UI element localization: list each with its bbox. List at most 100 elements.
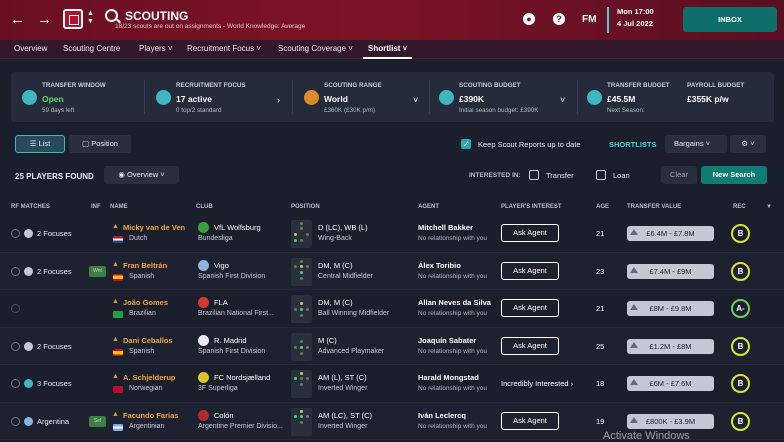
table-row[interactable]: 2 Focuses ▲ Dani Ceballos Spanish R. Mad… [0,327,784,365]
tab-scouting-coverage[interactable]: Scouting Coverage ˅ [278,44,353,53]
club-name[interactable]: R. Madrid [214,336,247,345]
recommendation-badge: B [731,261,750,281]
column-header-rf-matches[interactable]: RF MATCHES [11,204,50,210]
tab-overview[interactable]: Overview [14,44,47,53]
column-header-agent[interactable]: AGENT [418,204,439,210]
ask-agent-button[interactable]: Ask Agent [501,224,559,242]
column-header-club[interactable]: CLUB [196,204,213,210]
chevron-down-icon[interactable]: ▼ [766,204,772,210]
sub-navigation: Overview Scouting Centre Players ˅ Recru… [0,40,784,59]
chevron-right-icon[interactable]: › [277,95,280,105]
player-role: Central Midfielder [318,272,373,280]
settings-dropdown[interactable]: ⚙ ˅ [730,135,766,153]
agent-name[interactable]: Mitchell Bakker [418,223,473,232]
club-badge-icon[interactable] [63,9,83,29]
agent-relationship: No relationship with you [418,310,488,317]
column-header-interest[interactable]: PLAYER'S INTEREST [501,204,562,210]
club-switch-chevron-icon[interactable]: ▲ ▼ [87,10,94,26]
ask-agent-button[interactable]: Ask Agent [501,336,559,355]
keep-reports-label: Keep Scout Reports up to date [478,140,581,149]
agent-name[interactable]: Allan Neves da Silva [418,298,491,307]
rf-matches: 2 Focuses [37,229,72,238]
agent-relationship: No relationship with you [418,235,488,242]
player-name[interactable]: A. Schjelderup [123,373,176,382]
club-name[interactable]: FC Nordsjælland [214,373,270,382]
column-header-transfer-value[interactable]: TRANSFER VALUE [627,204,681,210]
player-name[interactable]: Micky van de Ven [123,223,185,232]
list-view-button[interactable]: ☰ List [15,135,65,153]
player-nationality: Spanish [129,272,155,280]
transfer-checkbox[interactable] [529,170,539,180]
transfer-value: £7.4M - £9M [627,263,714,279]
tab-players[interactable]: Players ˅ [139,44,173,53]
flag-spain-icon [113,348,123,356]
flag-netherlands-icon [113,236,123,243]
tab-scouting-centre[interactable]: Scouting Centre [63,44,120,53]
agent-name[interactable]: Joaquín Sabater [418,336,476,345]
column-header-position[interactable]: POSITION [291,204,320,210]
ask-agent-button[interactable]: Ask Agent [501,261,559,280]
view-select[interactable]: ◉ Overview ˅ [104,166,179,184]
keep-reports-checkbox[interactable]: ✓ [461,139,471,149]
position-view-button[interactable]: ▢ Position [69,135,131,153]
ask-agent-button[interactable]: Ask Agent [501,299,559,317]
back-arrow-icon[interactable]: ← [10,11,25,28]
help-icon[interactable]: ? [553,13,565,25]
club-name[interactable]: Vigo [214,261,229,270]
row-select-radio[interactable] [11,304,20,313]
table-row[interactable]: 2 Focuses ▲ Micky van de Ven Dutch VfL W… [0,215,784,253]
player-status-icon: ▲ [112,373,119,380]
row-select-radio[interactable] [11,416,20,426]
agent-name[interactable]: Álex Toribio [418,261,461,270]
loan-checkbox[interactable] [596,170,606,180]
globe-icon[interactable]: ● [523,13,535,25]
shortlists-link[interactable]: SHORTLISTS [609,140,657,149]
agent-name[interactable]: Iván Leclercq [418,411,466,420]
interested-in-label: INTERESTED IN: [469,172,521,179]
inf-wanted-tag: Wnt [89,265,106,277]
recommendation-badge: B [731,224,750,243]
table-row[interactable]: 3 Focuses ▲ A. Schjelderup Norwegian FC … [0,365,784,403]
player-name[interactable]: Fran Beltrán [123,261,167,270]
player-status-icon: ▲ [112,260,119,268]
forward-arrow-icon[interactable]: → [37,11,52,28]
player-age: 21 [596,229,605,238]
tab-players-label: Players [139,44,166,53]
row-select-radio[interactable] [11,266,20,276]
row-select-radio[interactable] [11,379,20,388]
player-age: 21 [596,304,605,313]
position-pitch-icon [291,295,312,323]
column-header-age[interactable]: AGE [596,204,609,210]
agent-name[interactable]: Harald Mongstad [418,373,479,382]
chevron-down-icon[interactable]: ˅ [413,95,418,105]
row-select-radio[interactable] [11,341,20,351]
date-continue-area[interactable]: Mon 17:00 4 Jul 2022 [607,7,673,33]
column-header-name[interactable]: NAME [110,204,128,210]
row-select-radio[interactable] [11,229,20,238]
recruitment-focus-value[interactable]: 17 active [176,94,212,104]
club-name[interactable]: Colón [214,411,234,420]
table-row[interactable]: 2 Focuses Wnt ▲ Fran Beltrán Spanish Vig… [0,252,784,290]
column-header-inf[interactable]: INF [91,204,101,210]
player-name[interactable]: Facundo Farías [123,411,178,420]
column-header-rec[interactable]: REC [733,204,746,210]
club-league: 3F Superliga [198,385,238,392]
inbox-button[interactable]: INBOX [683,7,777,32]
scouting-budget-value[interactable]: £390K [459,94,484,104]
tab-recruitment-focus[interactable]: Recruitment Focus ˅ [187,44,261,53]
player-interest[interactable]: Incredibly Interested › [501,379,573,388]
player-name[interactable]: Dani Ceballos [123,336,173,345]
clear-button[interactable]: Clear [661,166,697,184]
shortlist-select[interactable]: Bargains ˅ [665,135,727,153]
table-row[interactable]: ▲ João Gomes Brazilian FLA Brazilian Nat… [0,290,784,328]
scouting-range-value[interactable]: World [324,94,348,104]
agent-relationship: No relationship with you [418,272,488,280]
ask-agent-button[interactable]: Ask Agent [501,411,559,430]
club-name[interactable]: VfL Wolfsburg [214,223,261,232]
player-name[interactable]: João Gomes [123,298,168,307]
new-search-button[interactable]: New Search [701,166,767,184]
chevron-down-icon[interactable]: ˅ [560,95,565,105]
fm-menu-button[interactable]: FM [582,14,596,25]
tab-shortlist[interactable]: Shortlist ˅ [368,44,407,53]
club-name[interactable]: FLA [214,298,228,307]
